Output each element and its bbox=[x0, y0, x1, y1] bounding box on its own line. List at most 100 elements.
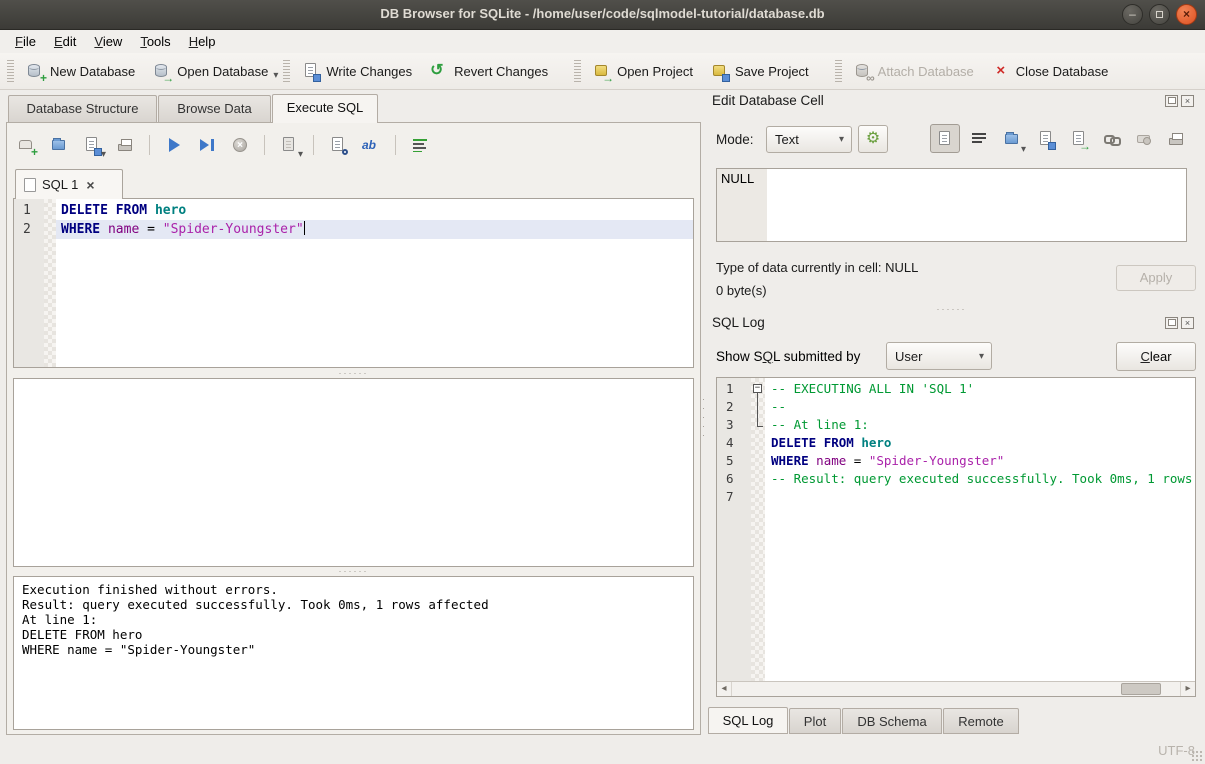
line-number: 1 bbox=[717, 380, 751, 398]
line-number: 4 bbox=[717, 434, 751, 452]
editor-results-splitter[interactable]: ······ bbox=[13, 369, 694, 378]
save-results-icon[interactable]: ▾ bbox=[280, 136, 298, 154]
find-replace-icon[interactable]: ab bbox=[362, 136, 380, 154]
close-panel-icon[interactable]: × bbox=[1181, 95, 1194, 107]
find-icon[interactable] bbox=[329, 136, 347, 154]
results-messages-splitter[interactable]: ······ bbox=[13, 567, 694, 576]
new-database-button[interactable]: + New Database bbox=[17, 57, 144, 85]
menu-edit[interactable]: Edit bbox=[45, 31, 85, 52]
fold-marker[interactable]: − bbox=[751, 380, 766, 398]
auto-apply-button[interactable]: ⚙ bbox=[858, 125, 888, 153]
stop-execution-icon[interactable]: × bbox=[231, 136, 249, 154]
float-panel-icon[interactable] bbox=[1165, 317, 1178, 329]
word-wrap-icon[interactable] bbox=[970, 130, 988, 148]
write-changes-button[interactable]: Write Changes bbox=[293, 57, 421, 85]
save-sql-file-icon[interactable]: ▾ bbox=[83, 136, 101, 154]
tab-browse-data[interactable]: Browse Data bbox=[158, 95, 271, 122]
chevron-down-icon: ▾ bbox=[979, 351, 984, 362]
log-filter-select[interactable]: User ▾ bbox=[886, 342, 992, 370]
text-mode-button[interactable] bbox=[930, 124, 960, 153]
code-line: 7 bbox=[717, 488, 1195, 506]
toolbar-grip[interactable] bbox=[835, 60, 842, 82]
sql-editor-toolbar: + ▾ × ▾ ab bbox=[17, 131, 429, 159]
float-panel-icon[interactable] bbox=[1165, 95, 1178, 107]
clear-log-button[interactable]: Clear bbox=[1116, 342, 1196, 371]
revert-changes-button[interactable]: ↺ Revert Changes bbox=[421, 57, 557, 85]
tab-database-structure[interactable]: Database Structure bbox=[8, 95, 157, 122]
import-cell-icon[interactable]: ▾ bbox=[1003, 130, 1021, 148]
toolbar-separator bbox=[395, 135, 396, 155]
tab-remote[interactable]: Remote bbox=[943, 708, 1019, 734]
text-token: ile bbox=[23, 34, 36, 49]
close-database-label: Close Database bbox=[1016, 64, 1109, 79]
fold-margin bbox=[751, 434, 766, 452]
collapse-icon[interactable]: − bbox=[753, 384, 762, 393]
close-sql-tab-icon[interactable]: × bbox=[86, 177, 94, 193]
tab-db-schema[interactable]: DB Schema bbox=[842, 708, 942, 734]
menu-file[interactable]: File bbox=[6, 31, 45, 52]
fold-margin bbox=[44, 220, 56, 239]
scroll-left-icon[interactable]: ◂ bbox=[717, 682, 732, 696]
fold-margin bbox=[751, 470, 766, 488]
print-cell-icon[interactable] bbox=[1167, 130, 1185, 148]
new-sql-tab-icon[interactable]: + bbox=[17, 136, 35, 154]
code-text: -- EXECUTING ALL IN 'SQL 1' bbox=[766, 380, 1195, 398]
open-project-button[interactable]: → Open Project bbox=[584, 57, 702, 85]
execute-all-icon[interactable] bbox=[165, 136, 183, 154]
sql-editor[interactable]: 1DELETE FROM hero2WHERE name = "Spider-Y… bbox=[13, 198, 694, 368]
maximize-button[interactable] bbox=[1149, 4, 1170, 25]
menu-help[interactable]: Help bbox=[180, 31, 225, 52]
attach-database-button[interactable]: ∞ Attach Database bbox=[845, 57, 983, 85]
scrollbar-thumb[interactable] bbox=[1121, 683, 1161, 695]
menu-tools[interactable]: Tools bbox=[131, 31, 179, 52]
close-database-button[interactable]: × Close Database bbox=[983, 57, 1118, 85]
export-cell-icon[interactable] bbox=[1037, 130, 1055, 148]
line-number: 7 bbox=[717, 488, 751, 506]
toolbar-grip[interactable] bbox=[574, 60, 581, 82]
horizontal-scrollbar[interactable]: ◂ ▸ bbox=[717, 681, 1195, 696]
tab-execute-sql[interactable]: Execute SQL bbox=[272, 94, 378, 123]
code-token: -- bbox=[771, 399, 786, 414]
code-token: "Spider-Youngster" bbox=[163, 222, 304, 237]
close-panel-icon[interactable]: × bbox=[1181, 317, 1194, 329]
resize-grip[interactable] bbox=[1191, 750, 1203, 762]
save-as-icon[interactable]: → bbox=[1070, 130, 1088, 148]
menu-view[interactable]: View bbox=[85, 31, 131, 52]
code-token: DELETE bbox=[61, 203, 108, 218]
tab-plot[interactable]: Plot bbox=[789, 708, 841, 734]
minimize-button[interactable]: – bbox=[1122, 4, 1143, 25]
tab-sql-log[interactable]: SQL Log bbox=[708, 707, 788, 734]
code-token: hero bbox=[155, 203, 186, 218]
execute-line-icon[interactable] bbox=[198, 136, 216, 154]
dock-splitter[interactable]: ······ bbox=[716, 305, 1187, 314]
mode-select[interactable]: Text ▾ bbox=[766, 126, 852, 153]
format-sql-icon[interactable] bbox=[411, 136, 429, 154]
new-database-label: New Database bbox=[50, 64, 135, 79]
close-button[interactable]: × bbox=[1176, 4, 1197, 25]
sql-log-title: SQL Log bbox=[712, 315, 765, 330]
close-icon: × bbox=[1183, 7, 1190, 21]
edit-cell-dock-controls: × bbox=[1165, 95, 1194, 107]
open-sql-file-icon[interactable] bbox=[50, 136, 68, 154]
save-project-button[interactable]: Save Project bbox=[702, 57, 818, 85]
sql-document-icon bbox=[24, 178, 36, 192]
panel-splitter[interactable]: · · · · · bbox=[700, 395, 707, 440]
open-database-button[interactable]: → Open Database bbox=[144, 57, 277, 85]
code-token: FROM bbox=[116, 203, 147, 218]
text-token: dit bbox=[63, 34, 77, 49]
toolbar-grip[interactable] bbox=[7, 60, 14, 82]
code-token: "Spider-Youngster" bbox=[869, 453, 1004, 468]
code-line: 6-- Result: query executed successfully.… bbox=[717, 470, 1195, 488]
apply-button[interactable]: Apply bbox=[1116, 265, 1196, 291]
set-null-icon[interactable] bbox=[1135, 130, 1153, 148]
scroll-right-icon[interactable]: ▸ bbox=[1180, 682, 1195, 696]
sql-document-tab[interactable]: SQL 1 × bbox=[15, 169, 123, 199]
sql-log-dock-controls: × bbox=[1165, 317, 1194, 329]
open-database-dropdown[interactable]: ▾ bbox=[273, 70, 278, 81]
print-sql-icon[interactable] bbox=[116, 136, 134, 154]
title-bar[interactable]: DB Browser for SQLite - /home/user/code/… bbox=[0, 0, 1205, 30]
code-token bbox=[147, 203, 155, 218]
link-icon[interactable] bbox=[1102, 130, 1120, 148]
cell-editor[interactable]: NULL bbox=[716, 168, 1187, 242]
text-token: iew bbox=[103, 34, 123, 49]
